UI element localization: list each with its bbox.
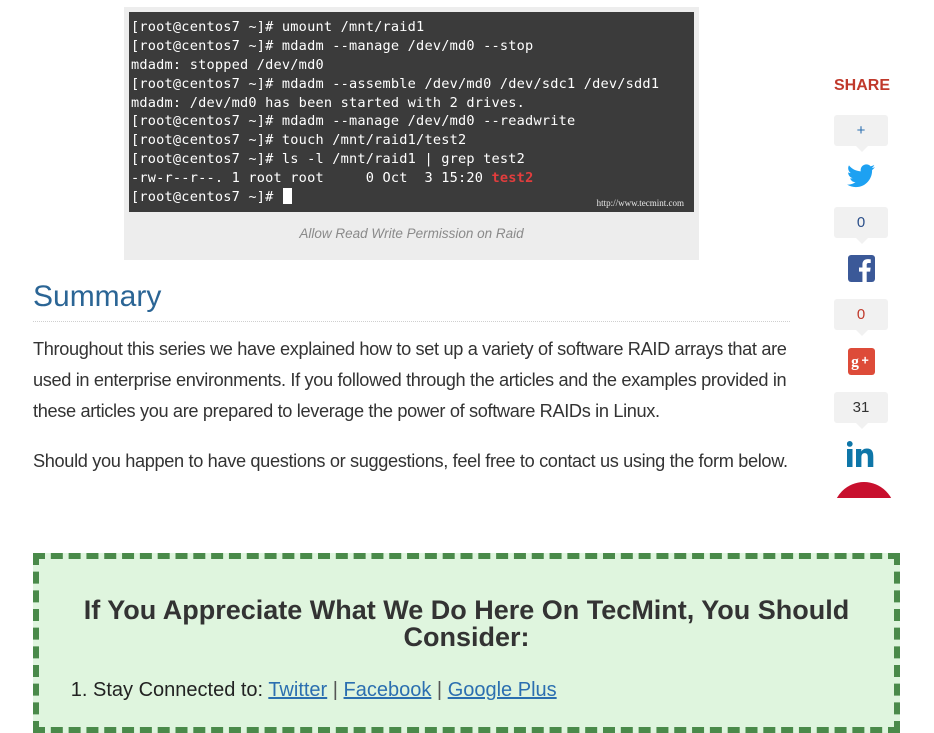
facebook-share-button[interactable] bbox=[846, 253, 876, 283]
section-heading-summary: Summary bbox=[33, 279, 790, 322]
twitter-share-button[interactable] bbox=[846, 161, 876, 191]
terminal-line-ls-output: -rw-r--r--. 1 root root 0 Oct 3 15:20 te… bbox=[131, 169, 694, 188]
facebook-share-count: 0 bbox=[834, 299, 888, 336]
article-figure: [root@centos7 ~]# umount /mnt/raid1 [roo… bbox=[124, 7, 699, 260]
terminal-line: [root@centos7 ~]# umount /mnt/raid1 bbox=[131, 19, 425, 35]
figure-caption: Allow Read Write Permission on Raid bbox=[299, 226, 524, 241]
more-share-button[interactable] bbox=[833, 482, 895, 498]
share-plus-button[interactable]: + bbox=[834, 115, 888, 152]
terminal-line: [root@centos7 ~]# ls -l /mnt/raid1 | gre… bbox=[131, 151, 526, 168]
list-item: Stay Connected to: Twitter | Facebook | … bbox=[93, 679, 557, 702]
linkedin-icon bbox=[847, 441, 874, 467]
appreciate-list: Stay Connected to: Twitter | Facebook | … bbox=[67, 679, 557, 702]
twitter-icon bbox=[847, 164, 875, 188]
summary-paragraph: Throughout this series we have explained… bbox=[33, 339, 787, 421]
linkedin-share-button[interactable] bbox=[846, 439, 876, 469]
prompt-text: [root@centos7 ~]# bbox=[131, 189, 282, 206]
google-plus-icon: g + bbox=[847, 347, 875, 375]
appreciate-box: If You Appreciate What We Do Here On Tec… bbox=[33, 553, 900, 733]
contact-paragraph: Should you happen to have questions or s… bbox=[33, 451, 788, 471]
terminal-line: mdadm: stopped /dev/md0 bbox=[131, 56, 324, 73]
terminal-line: [root@centos7 ~]# mdadm --manage /dev/md… bbox=[131, 37, 534, 54]
terminal-screenshot: [root@centos7 ~]# umount /mnt/raid1 [roo… bbox=[129, 12, 694, 212]
googleplus-share-count: 31 bbox=[834, 392, 888, 429]
ls-output-filename: test2 bbox=[491, 170, 534, 187]
facebook-icon bbox=[847, 254, 875, 282]
svg-text:+: + bbox=[861, 353, 868, 367]
terminal-line: mdadm: /dev/md0 has been started with 2 … bbox=[131, 94, 526, 111]
link-separator: | bbox=[327, 679, 344, 701]
googleplus-share-button[interactable]: g + bbox=[846, 346, 876, 376]
appreciate-heading: If You Appreciate What We Do Here On Tec… bbox=[83, 595, 850, 652]
facebook-link[interactable]: Facebook bbox=[344, 679, 432, 701]
terminal-line: [root@centos7 ~]# mdadm --assemble /dev/… bbox=[131, 75, 660, 92]
terminal-line: [root@centos7 ~]# touch /mnt/raid1/test2 bbox=[131, 132, 467, 149]
watermark: http://www.tecmint.com bbox=[596, 198, 684, 208]
twitter-link[interactable]: Twitter bbox=[268, 679, 327, 701]
stay-connected-label: Stay Connected to: bbox=[93, 679, 269, 701]
link-separator: | bbox=[431, 679, 448, 701]
terminal-line: [root@centos7 ~]# mdadm --manage /dev/md… bbox=[131, 113, 576, 130]
red-circle-icon bbox=[833, 482, 895, 498]
google-plus-link[interactable]: Google Plus bbox=[448, 679, 557, 701]
twitter-share-count: 0 bbox=[834, 207, 888, 244]
ls-output-text: -rw-r--r--. 1 root root 0 Oct 3 15:20 bbox=[131, 170, 492, 187]
share-title: SHARE bbox=[834, 77, 891, 94]
terminal-cursor bbox=[282, 188, 292, 205]
svg-text:g: g bbox=[851, 353, 859, 370]
